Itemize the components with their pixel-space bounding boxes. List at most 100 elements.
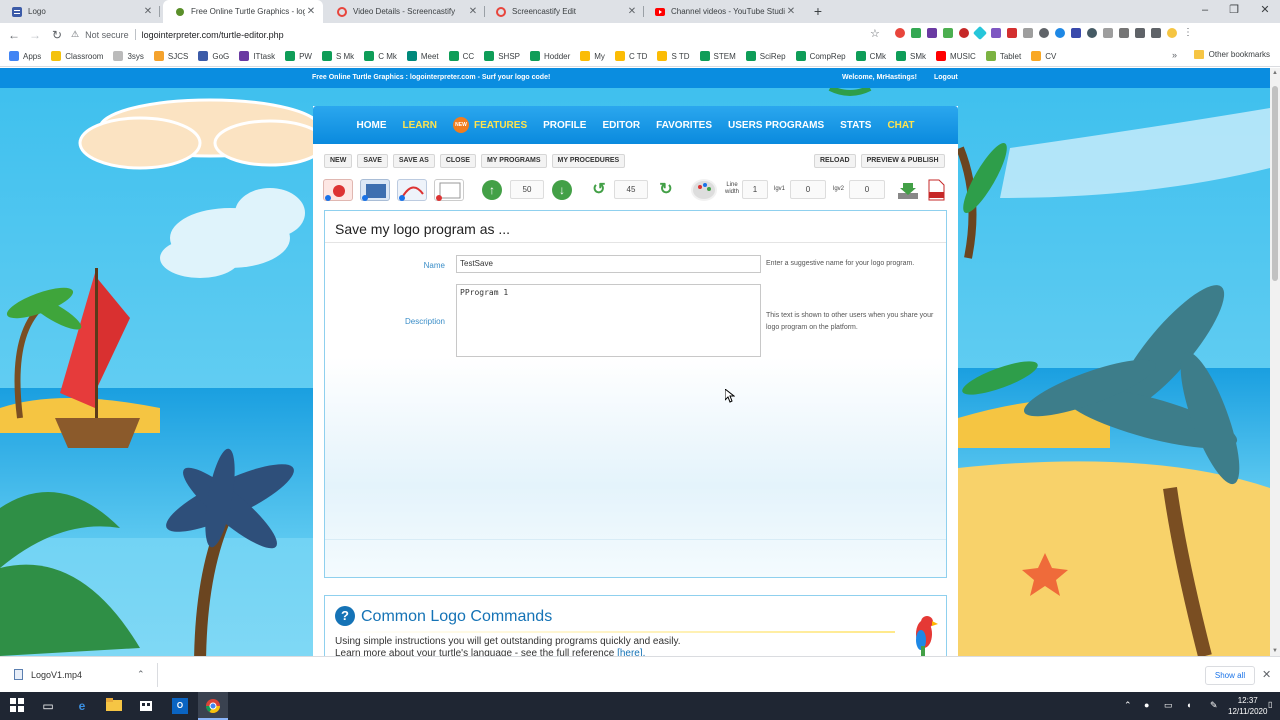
reload-icon[interactable]: ↻ [49, 27, 65, 43]
file-explorer-icon[interactable] [106, 698, 122, 714]
reload-button[interactable]: RELOAD [814, 154, 856, 168]
extension-icon[interactable] [972, 25, 988, 41]
notifications-icon[interactable]: ▯ [1268, 700, 1272, 709]
bookmark-item[interactable]: My [580, 51, 605, 61]
bookmark-item[interactable]: Hodder [530, 51, 570, 61]
preview-publish-button[interactable]: PREVIEW & PUBLISH [860, 154, 945, 168]
bookmark-item[interactable]: MUSIC [936, 51, 976, 61]
extension-icon[interactable] [1119, 28, 1129, 38]
nav-chat[interactable]: CHAT [887, 120, 914, 131]
extension-icon[interactable] [1023, 28, 1033, 38]
chevron-up-icon[interactable]: ⌃ [137, 669, 145, 680]
minimize-icon[interactable]: – [1190, 0, 1220, 23]
volume-icon[interactable]: ◖ [1186, 700, 1191, 710]
extension-icon[interactable] [1007, 28, 1017, 38]
windows-start-icon[interactable] [9, 698, 25, 714]
extension-icon[interactable] [1055, 28, 1065, 38]
nav-home[interactable]: HOME [357, 120, 387, 131]
move-steps-input[interactable]: 50 [510, 180, 544, 199]
close-tab-icon[interactable]: ✕ [626, 6, 638, 17]
bookmark-item[interactable]: CMk [855, 51, 886, 61]
warning-icon[interactable]: ⚠ [71, 29, 79, 40]
bookmark-item[interactable]: CompRep [795, 51, 846, 61]
my-programs-button[interactable]: MY PROGRAMS [480, 154, 547, 168]
scroll-down-icon[interactable]: ▼ [1271, 648, 1279, 654]
extension-icon[interactable] [927, 28, 937, 38]
url-text[interactable]: logointerpreter.com/turtle-editor.php [142, 30, 284, 40]
system-clock[interactable]: 12:37 12/11/2020 [1228, 695, 1267, 717]
logout-link[interactable]: Logout [934, 74, 958, 81]
extension-icon[interactable] [895, 28, 905, 38]
bookmark-item[interactable]: SMk [896, 51, 926, 61]
download-item[interactable]: LogoV1.mp4 [14, 669, 82, 680]
network-icon[interactable]: ▭ [1164, 700, 1173, 711]
nav-favorites[interactable]: FAVORITES [656, 120, 712, 131]
reference-link[interactable]: [here]. [617, 648, 645, 656]
outlook-icon[interactable]: O [172, 698, 188, 714]
show-all-button[interactable]: Show all [1205, 666, 1255, 685]
new-tab-icon[interactable]: + [810, 3, 826, 19]
extension-icon[interactable] [943, 28, 953, 38]
bookmark-item[interactable]: Meet [406, 51, 439, 61]
bookmark-item[interactable]: SciRep [745, 51, 786, 61]
close-button[interactable]: CLOSE [439, 154, 476, 168]
nav-learn[interactable]: LEARN [403, 120, 437, 131]
nav-features[interactable]: NEW FEATURES [452, 117, 527, 133]
bookmark-item[interactable]: STEM [699, 51, 736, 61]
close-tab-icon[interactable]: ✕ [305, 6, 317, 17]
rotate-right-icon[interactable]: ↻ [656, 180, 676, 200]
bookmark-item[interactable]: Tablet [985, 51, 1021, 61]
backward-arrow-icon[interactable]: ↓ [552, 180, 572, 200]
extension-icon[interactable] [911, 28, 921, 38]
nav-stats[interactable]: STATS [840, 120, 871, 131]
avatar[interactable] [1167, 28, 1177, 38]
bookmark-item[interactable]: C Mk [364, 51, 397, 61]
forward-icon[interactable]: → [27, 27, 43, 43]
palette-icon[interactable] [691, 179, 717, 201]
store-icon[interactable] [138, 698, 154, 714]
more-bookmarks-icon[interactable]: » [1172, 50, 1177, 60]
scrollbar-thumb[interactable] [1272, 86, 1278, 281]
bookmark-item[interactable]: 3sys [113, 51, 144, 61]
page-scrollbar[interactable]: ▲ ▼ [1270, 68, 1280, 656]
media-icon[interactable] [1151, 28, 1161, 38]
screen-icon[interactable] [360, 179, 390, 201]
extension-icon[interactable] [959, 28, 969, 38]
tray-expand-icon[interactable]: ⌃ [1124, 700, 1132, 711]
bookmark-star-icon[interactable]: ☆ [870, 27, 880, 40]
restore-icon[interactable]: ❐ [1219, 0, 1249, 23]
save-button[interactable]: SAVE [357, 154, 388, 168]
scroll-up-icon[interactable]: ▲ [1271, 70, 1279, 76]
bookmark-item[interactable]: GoG [198, 51, 229, 61]
bookmark-item[interactable]: C TD [614, 51, 647, 61]
extension-icon[interactable] [991, 28, 1001, 38]
bookmark-item[interactable]: SJCS [153, 51, 188, 61]
close-window-icon[interactable]: ✕ [1250, 0, 1280, 23]
rotate-left-icon[interactable]: ↺ [589, 180, 609, 200]
clear-icon[interactable] [434, 179, 464, 201]
new-button[interactable]: NEW [324, 154, 353, 168]
new-turtle-icon[interactable] [323, 179, 353, 201]
forward-arrow-icon[interactable]: ↑ [482, 180, 502, 200]
bookmark-apps[interactable]: Apps [9, 51, 41, 61]
line-width-input[interactable]: 1 [742, 180, 768, 199]
chrome-icon[interactable] [205, 698, 221, 714]
download-icon[interactable] [895, 179, 921, 201]
bookmark-item[interactable]: CV [1031, 51, 1056, 61]
pen-icon[interactable]: ✎ [1210, 700, 1218, 711]
my-procedures-button[interactable]: MY PROCEDURES [551, 154, 626, 168]
curve-icon[interactable] [397, 179, 427, 201]
tab-logo[interactable]: Logo ✕ [0, 0, 160, 23]
nav-profile[interactable]: PROFILE [543, 120, 586, 131]
tab-screencastify-edit[interactable]: Screencastify Edit ✕ [484, 0, 644, 23]
tab-turtle-graphics[interactable]: Free Online Turtle Graphics - log ✕ [163, 0, 323, 23]
extension-icon[interactable] [1071, 28, 1081, 38]
tab-youtube-studio[interactable]: Channel videos - YouTube Studio ✕ [643, 0, 803, 23]
extension-icon[interactable] [1087, 28, 1097, 38]
nav-users-programs[interactable]: USERS PROGRAMS [728, 120, 824, 131]
microphone-icon[interactable]: ● [1144, 700, 1149, 710]
description-textarea[interactable]: PProgram 1 [456, 284, 761, 357]
address-bar[interactable]: ⚠ Not secure logointerpreter.com/turtle-… [71, 25, 891, 44]
lgv2-input[interactable]: 0 [849, 180, 885, 199]
lgv1-input[interactable]: 0 [790, 180, 826, 199]
